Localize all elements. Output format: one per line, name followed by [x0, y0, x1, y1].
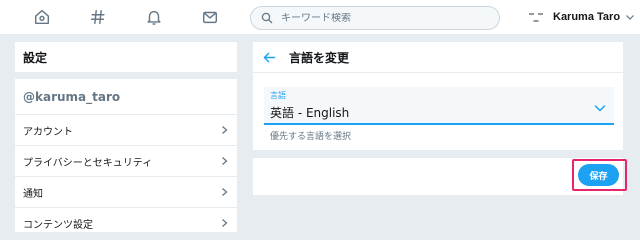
sidebar-item-privacy-security[interactable]: プライバシーとセキュリティ	[15, 146, 237, 177]
sidebar-item-label: コンテンツ設定	[23, 219, 93, 231]
chevron-right-icon	[222, 157, 228, 165]
chevron-right-icon	[222, 126, 228, 134]
sidebar-item-label: 通知	[23, 188, 43, 200]
search-icon	[261, 12, 273, 24]
account-menu[interactable]: Karuma Taro	[527, 6, 635, 28]
sidebar-item-account[interactable]: アカウント	[15, 115, 237, 146]
chevron-right-icon	[222, 188, 228, 196]
search-input[interactable]	[281, 12, 481, 24]
sidebar-item-content-preferences[interactable]: コンテンツ設定	[15, 208, 237, 239]
top-navigation-bar: Karuma Taro	[0, 0, 640, 35]
sidebar-item-label: プライバシーとセキュリティ	[23, 157, 153, 169]
chevron-down-icon	[626, 15, 634, 20]
back-arrow-icon[interactable]	[257, 47, 281, 67]
save-bar	[252, 157, 624, 196]
save-button[interactable]: 保存	[578, 164, 619, 186]
language-field-label: 言語	[270, 91, 286, 100]
language-hint: 優先する言語を選択	[270, 132, 352, 142]
avatar-icon	[527, 8, 545, 26]
sidebar-username: @karuma_taro	[15, 79, 237, 115]
page-title: 言語を変更	[289, 50, 350, 65]
language-panel: 言語を変更 言語 英語 - English 優先する言語を選択	[252, 41, 624, 151]
settings-sidebar: 設定 @karuma_taro アカウント プライバシーとセキュリティ 通知 コ…	[14, 41, 238, 239]
language-field-value: 英語 - English	[270, 106, 350, 120]
home-icon[interactable]	[31, 6, 53, 28]
sidebar-item-label: アカウント	[23, 126, 73, 138]
sidebar-item-notifications[interactable]: 通知	[15, 177, 237, 208]
mail-icon[interactable]	[199, 6, 221, 28]
sidebar-title: 設定	[15, 42, 237, 73]
chevron-right-icon	[222, 219, 228, 227]
bell-icon[interactable]	[143, 6, 165, 28]
search-box	[250, 6, 500, 30]
account-name: Karuma Taro	[553, 11, 621, 23]
chevron-down-icon	[594, 105, 606, 112]
language-select[interactable]: 言語 英語 - English	[264, 87, 614, 125]
panel-header: 言語を変更	[253, 42, 623, 73]
hashtag-icon[interactable]	[87, 6, 109, 28]
